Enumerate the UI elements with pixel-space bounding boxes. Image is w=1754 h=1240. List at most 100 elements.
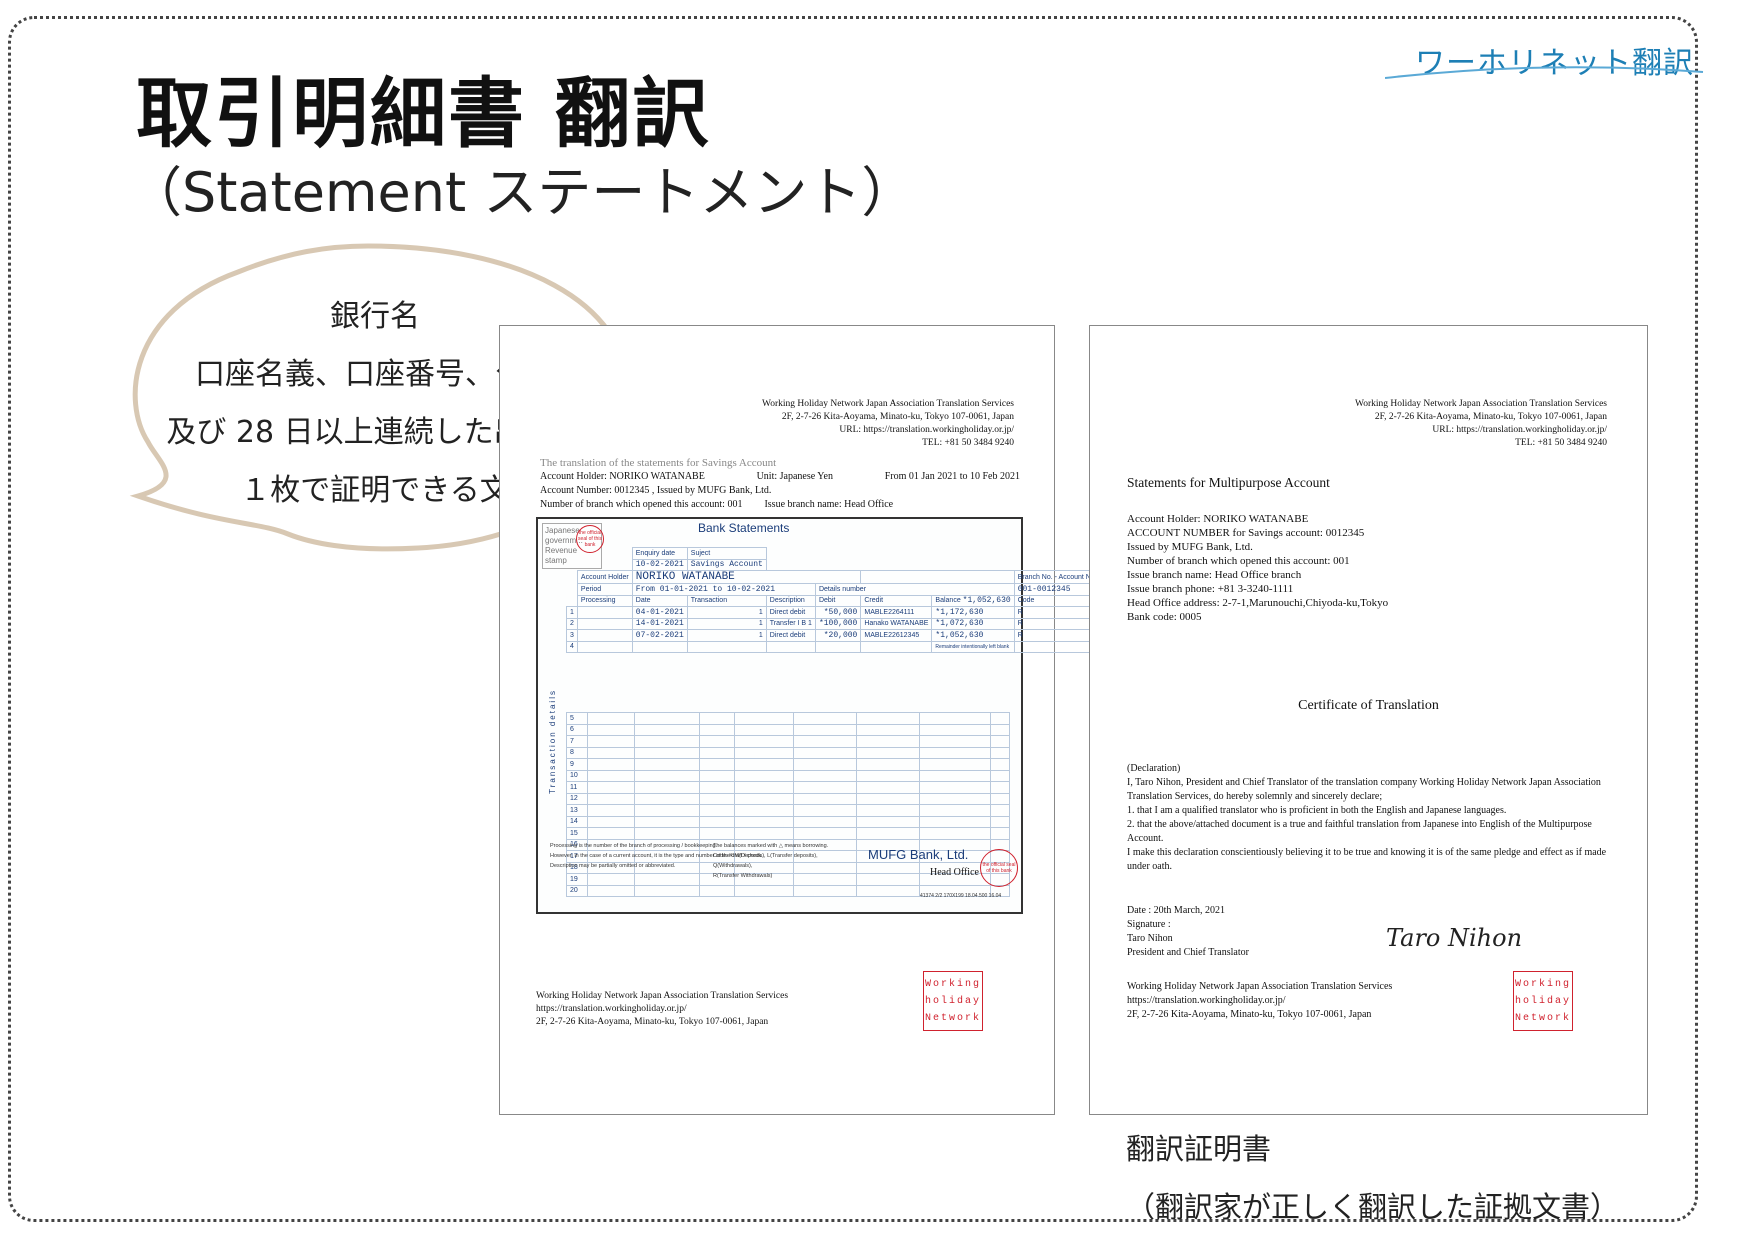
row-balance: *1,072,630 bbox=[931, 617, 1015, 630]
row-date: 07-02-2021 bbox=[631, 629, 688, 642]
row-number: 14 bbox=[566, 815, 588, 828]
translated-statement-page: Working Holiday Network Japan Associatio… bbox=[499, 325, 1101, 1115]
statement-meta: The translation of the statements for Sa… bbox=[540, 456, 1020, 512]
page-header: Working Holiday Network Japan Associatio… bbox=[762, 398, 1014, 450]
account-line: Head Office address: 2-7-1,Marunouchi,Ch… bbox=[1127, 597, 1389, 609]
seal-line: Working bbox=[1514, 979, 1571, 990]
account-line: Bank code: 0005 bbox=[1127, 611, 1202, 623]
statement-title: Bank Statements bbox=[698, 521, 790, 535]
meta-account-number: Account Number: 0012345 , Issued by MUFG… bbox=[540, 485, 772, 496]
official-seal-large: the official seal of this bank bbox=[980, 849, 1018, 887]
period-label: Period bbox=[576, 583, 633, 596]
declaration-line: 2. that the above/attached document is a… bbox=[1127, 819, 1592, 844]
handwritten-signature: Taro Nihon bbox=[1386, 924, 1523, 952]
row-number: 12 bbox=[566, 792, 588, 805]
col-code: Code bbox=[1013, 594, 1101, 607]
account-line: Issue branch phone: +81 3-3240-1111 bbox=[1127, 583, 1294, 595]
note-line: R(Transfer Withdrawals) bbox=[713, 873, 773, 879]
enquiry-date: 10-02-2021 bbox=[631, 558, 688, 571]
period-value: From 01-01-2021 to 10-02-2021 bbox=[631, 583, 816, 596]
row-code: R bbox=[1013, 617, 1101, 630]
col-balance: Balance *1,052,630 bbox=[931, 594, 1015, 607]
table-row: 15 bbox=[566, 827, 1010, 840]
table-row: 1 04-01-2021 1 Direct debit *50,000 MABL… bbox=[566, 606, 1101, 619]
note-line: The balances marked with △ means borrowi… bbox=[713, 843, 829, 849]
row-number: 4 bbox=[566, 640, 578, 653]
col-processing: Processing bbox=[576, 594, 633, 607]
row-debit: *50,000 bbox=[814, 606, 862, 619]
holder-value: NORIKO WATANABE bbox=[631, 570, 862, 584]
table-row: 7 bbox=[566, 735, 1010, 748]
statement-table: Enquiry date Suject 10-02-2021 Savings A… bbox=[566, 547, 1101, 653]
row-credit: MABLE2264111 bbox=[860, 606, 933, 619]
row-number: 1 bbox=[566, 606, 578, 619]
row-credit: MABLE22612345 bbox=[860, 629, 933, 642]
table-row: 13 bbox=[566, 804, 1010, 817]
declaration-line: (Declaration) bbox=[1127, 763, 1181, 774]
col-description: Description bbox=[765, 594, 816, 607]
first-balance: *1,052,630 bbox=[962, 596, 1011, 606]
transaction-details-label: Transaction details bbox=[548, 689, 557, 794]
footer-line: 2F, 2-7-26 Kita-Aoyama, Minato-ku, Tokyo… bbox=[1127, 1009, 1372, 1020]
row-number: 8 bbox=[566, 746, 588, 759]
table-row: 3 07-02-2021 1 Direct debit *20,000 MABL… bbox=[566, 629, 1101, 642]
footer-line: https://translation.workingholiday.or.jp… bbox=[536, 1004, 687, 1014]
table-row: 2 14-01-2021 1 Transfer I B 1 *100,000 H… bbox=[566, 617, 1101, 630]
certificate-caption: 翻訳証明書 （翻訳家が正しく翻訳した証拠文書） bbox=[1126, 1120, 1619, 1236]
note-line: Code: K.M(Deposits), L(Transfer deposits… bbox=[713, 853, 818, 869]
certificate-title: Certificate of Translation bbox=[1298, 698, 1439, 713]
sign-line: Signature : bbox=[1127, 919, 1171, 930]
header-line: 2F, 2-7-26 Kita-Aoyama, Minato-ku, Tokyo… bbox=[781, 412, 1014, 422]
row-number: 13 bbox=[566, 804, 588, 817]
sign-line: President and Chief Translator bbox=[1127, 947, 1249, 958]
row-debit: *100,000 bbox=[814, 617, 862, 630]
statement-notes-2: The balances marked with △ means borrowi… bbox=[713, 841, 843, 881]
translation-certificate-page: Working Holiday Network Japan Associatio… bbox=[1089, 325, 1648, 1115]
row-number: 2 bbox=[566, 617, 578, 630]
row-desc: Direct debit bbox=[765, 606, 816, 619]
subject-value: Savings Account bbox=[686, 558, 767, 571]
table-row: Period From 01-01-2021 to 10-02-2021 Det… bbox=[567, 583, 1101, 596]
branch-account-label: Branch No. - Account No. bbox=[1013, 570, 1101, 584]
header-line: URL: https://translation.workingholiday.… bbox=[839, 425, 1014, 435]
table-row: 4 Remainder intentionally left blank bbox=[566, 640, 1101, 653]
row-number: 3 bbox=[566, 629, 578, 642]
seal-line: holiday bbox=[924, 996, 981, 1007]
declaration-line: 1. that I am a qualified translator who … bbox=[1127, 805, 1507, 816]
caption-line: （翻訳家が正しく翻訳した証拠文書） bbox=[1126, 1190, 1620, 1224]
declaration-line: I make this declaration conscientiously … bbox=[1127, 847, 1607, 872]
table-row: 11 bbox=[566, 781, 1010, 794]
form-code: 41374 2/2 170X199 18.04.500 16.04 bbox=[920, 893, 1002, 899]
subject-label: Suject bbox=[686, 547, 767, 560]
row-code: R bbox=[1013, 606, 1101, 619]
page-header: Working Holiday Network Japan Associatio… bbox=[1355, 398, 1607, 450]
company-seal: Working holiday Network bbox=[1513, 971, 1573, 1031]
branch-account-value: 001-0012345 bbox=[1013, 583, 1101, 596]
header-line: TEL: +81 50 3484 9240 bbox=[1515, 438, 1607, 448]
account-info: Statements for Multipurpose Account Acco… bbox=[1127, 476, 1388, 624]
row-number: 15 bbox=[566, 827, 588, 840]
meta-unit: Unit: Japanese Yen bbox=[756, 471, 833, 482]
head-office: Head Office bbox=[930, 867, 979, 878]
holder-label: Account Holder bbox=[576, 570, 633, 584]
table-row: Enquiry date Suject bbox=[567, 547, 1101, 560]
seal-line: holiday bbox=[1514, 996, 1571, 1007]
row-number: 5 bbox=[566, 712, 588, 725]
table-header-row: Processing Date Transaction Description … bbox=[567, 594, 1101, 607]
account-line: ACCOUNT NUMBER for Savings account: 0012… bbox=[1127, 527, 1365, 539]
header-line: Working Holiday Network Japan Associatio… bbox=[761, 399, 1014, 409]
table-row: 10 bbox=[566, 769, 1010, 782]
row-number: 11 bbox=[566, 781, 588, 794]
row-date: 14-01-2021 bbox=[631, 617, 688, 630]
caption-line: 翻訳証明書 bbox=[1126, 1132, 1272, 1166]
row-tx: 1 bbox=[686, 606, 767, 619]
brand-logo: ワーホリネット翻訳 bbox=[1385, 34, 1705, 84]
header-line: Working Holiday Network Japan Associatio… bbox=[1354, 399, 1607, 409]
row-tx: 1 bbox=[686, 629, 767, 642]
page-subtitle: （Statement ステートメント） bbox=[128, 161, 916, 224]
row-date: 04-01-2021 bbox=[631, 606, 688, 619]
row-number: 20 bbox=[566, 884, 588, 897]
meta-row: Account Holder: NORIKO WATANABE Unit: Ja… bbox=[540, 470, 1020, 484]
row-desc: Transfer I B 1 bbox=[765, 617, 816, 630]
meta-title: The translation of the statements for Sa… bbox=[540, 457, 777, 469]
